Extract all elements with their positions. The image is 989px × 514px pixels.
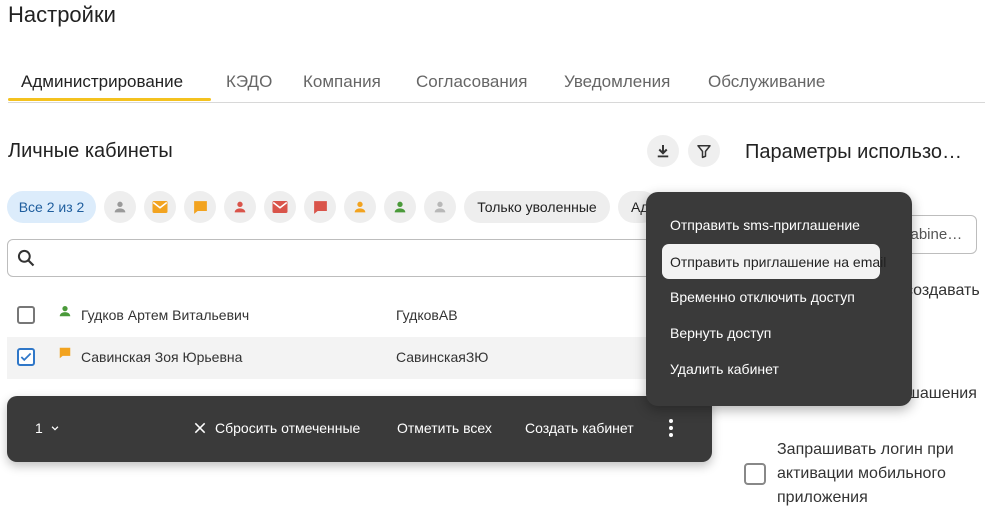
filter-chip-person-green[interactable]	[384, 191, 416, 223]
filter-chip-person-orange[interactable]	[344, 191, 376, 223]
filter-chip-chat-orange[interactable]	[184, 191, 216, 223]
filter-chip-fired[interactable]: Только уволенные	[464, 191, 610, 223]
chat-icon	[58, 346, 72, 365]
table-row[interactable]: Гудков Артем Витальевич ГудковАВ	[7, 295, 707, 337]
row-checkbox[interactable]	[17, 348, 35, 366]
search-input[interactable]	[7, 239, 697, 277]
tab-maintenance[interactable]: Обслуживание	[708, 72, 825, 92]
menu-item-restore-access[interactable]: Вернуть доступ	[670, 325, 771, 341]
menu-item-send-sms[interactable]: Отправить sms-приглашение	[670, 217, 860, 233]
more-vertical-icon	[669, 419, 673, 437]
tab-notifications[interactable]: Уведомления	[564, 72, 670, 92]
person-icon	[58, 304, 72, 323]
filter-chip-email-orange[interactable]	[144, 191, 176, 223]
reset-selected-label: Сбросить отмеченные	[215, 420, 361, 436]
mobile-login-label-line-2: активации мобильного	[777, 465, 946, 482]
selection-action-bar: 1 Сбросить отмеченные Отметить всех Созд…	[7, 396, 712, 462]
chevron-down-icon	[51, 426, 59, 431]
section-title: Личные кабинеты	[8, 140, 173, 162]
search-icon	[16, 248, 36, 273]
filter-chip-person-light[interactable]	[424, 191, 456, 223]
menu-item-disable-access[interactable]: Временно отключить доступ	[670, 289, 855, 305]
download-button[interactable]	[647, 135, 679, 167]
chat-icon	[313, 200, 327, 214]
menu-item-send-email[interactable]: Отправить приглашение на email	[662, 244, 886, 279]
row-checkbox[interactable]	[17, 306, 35, 324]
filter-chip-email-red[interactable]	[264, 191, 296, 223]
download-icon	[657, 145, 669, 158]
reset-selected-button[interactable]: Сбросить отмеченные	[193, 420, 360, 436]
person-icon	[434, 201, 446, 213]
close-icon	[194, 422, 206, 434]
email-icon	[152, 201, 168, 213]
email-icon	[272, 201, 288, 213]
tab-company[interactable]: Компания	[303, 72, 381, 92]
employee-login: ГудковАВ	[396, 307, 458, 323]
more-menu-button[interactable]	[667, 418, 675, 441]
create-cabinet-button[interactable]: Создать кабинет	[525, 420, 634, 436]
employee-name: Гудков Артем Витальевич	[81, 307, 250, 323]
filter-chip-all[interactable]: Все 2 из 2	[7, 191, 96, 223]
active-tab-indicator	[8, 98, 211, 101]
params-text-2: шашения	[907, 385, 977, 402]
tab-administration[interactable]: Администрирование	[21, 72, 183, 92]
employee-login: СавинскаяЗЮ	[396, 349, 489, 365]
employee-name: Савинская Зоя Юрьевна	[81, 349, 243, 365]
chat-icon	[193, 200, 207, 214]
mobile-login-checkbox[interactable]	[744, 463, 766, 485]
person-icon	[394, 201, 406, 213]
tab-kedo[interactable]: КЭДО	[226, 72, 272, 92]
person-icon	[234, 201, 246, 213]
filter-chip-person-red[interactable]	[224, 191, 256, 223]
filter-chip-chat-red[interactable]	[304, 191, 336, 223]
actions-dropdown-menu: Отправить sms-приглашение Отправить приг…	[646, 192, 912, 406]
mobile-login-label-line-3: приложения	[777, 489, 868, 506]
person-icon	[354, 201, 366, 213]
selected-count: 1	[35, 420, 43, 436]
menu-item-delete-cabinet[interactable]: Удалить кабинет	[670, 361, 779, 377]
tab-approvals[interactable]: Согласования	[416, 72, 527, 92]
page-title: Настройки	[8, 2, 116, 27]
mobile-login-label-line-1: Запрашивать логин при	[777, 441, 954, 458]
tab-bar: Администрирование КЭДО Компания Согласов…	[8, 66, 985, 103]
person-icon	[114, 201, 126, 213]
filter-icon	[697, 145, 711, 159]
filter-chip-person-grey[interactable]	[104, 191, 136, 223]
filter-button[interactable]	[688, 135, 720, 167]
params-text-1: создавать	[905, 282, 980, 299]
table-row[interactable]: Савинская Зоя Юрьевна СавинскаяЗЮ	[7, 337, 707, 379]
params-title: Параметры использо…	[745, 141, 963, 163]
select-all-button[interactable]: Отметить всех	[397, 420, 492, 436]
selected-count-dropdown[interactable]: 1	[35, 420, 60, 436]
